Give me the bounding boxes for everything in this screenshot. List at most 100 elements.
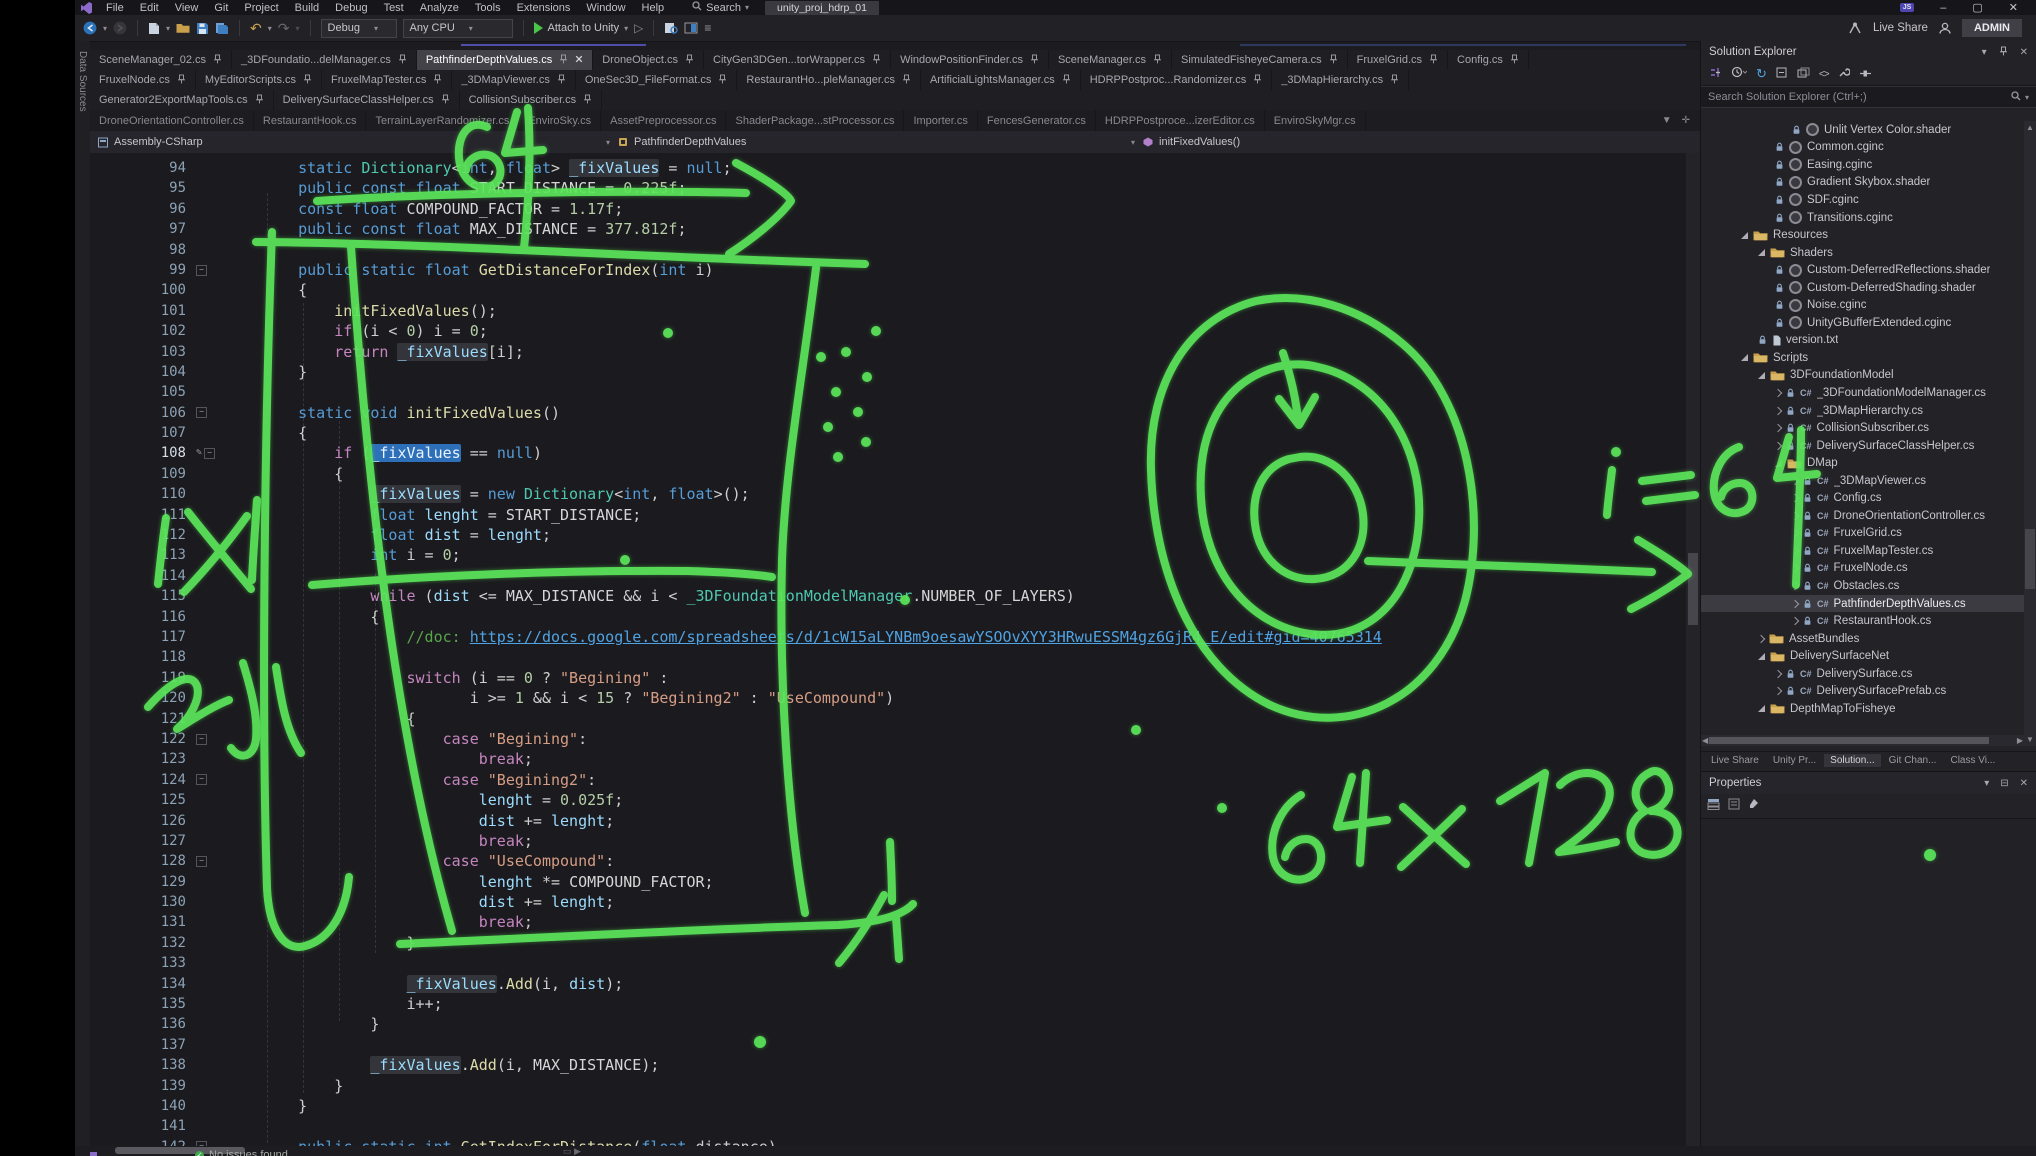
tree-item-assetbundles[interactable]: AssetBundles — [1701, 630, 2024, 648]
scroll-up-icon[interactable]: ▲ — [2024, 123, 2036, 132]
close-icon[interactable]: ✕ — [2020, 47, 2028, 58]
line-number[interactable]: 135 — [90, 994, 196, 1014]
properties-wrench-icon[interactable] — [1838, 65, 1850, 83]
collapsed-chevron-icon[interactable] — [1791, 476, 1799, 484]
expanded-arrow-icon[interactable] — [1775, 460, 1782, 467]
save-icon[interactable] — [196, 22, 209, 35]
glyph-margin[interactable] — [196, 301, 222, 321]
line-number[interactable]: 105 — [90, 382, 196, 402]
glyph-margin[interactable] — [196, 831, 222, 851]
menu-view[interactable]: View — [167, 2, 207, 14]
line-number[interactable]: 98 — [90, 240, 196, 260]
maximize-button[interactable]: ▢ — [1972, 1, 1982, 14]
glyph-margin[interactable] — [196, 423, 222, 443]
line-number[interactable]: 120 — [90, 688, 196, 708]
open-folder-icon[interactable] — [176, 22, 190, 34]
collapsed-chevron-icon[interactable] — [1757, 634, 1765, 642]
tab-shaderpackage-stprocessor-cs[interactable]: ShaderPackage...stProcessor.cs — [726, 110, 904, 131]
tree-item-resources[interactable]: Resources — [1701, 226, 2024, 244]
view-code-icon[interactable]: <> — [1819, 69, 1829, 80]
tree-item-pathfinderdepthvalues-cs[interactable]: C#PathfinderDepthValues.cs — [1701, 595, 2024, 613]
fold-icon[interactable]: − — [204, 448, 215, 459]
line-number[interactable]: 141 — [90, 1116, 196, 1136]
chevron-down-icon[interactable]: ▾ — [1982, 47, 1987, 58]
tab-overflow-icon[interactable]: ▼ — [1662, 115, 1672, 126]
glyph-margin[interactable] — [196, 158, 222, 178]
collapsed-chevron-icon[interactable] — [1774, 669, 1782, 677]
line-number[interactable]: 124 — [90, 770, 196, 790]
tree-item-restauranthook-cs[interactable]: C#RestaurantHook.cs — [1701, 612, 2024, 630]
scrollbar-thumb[interactable] — [1709, 737, 1989, 744]
tree-item--3dmaphierarchy-cs[interactable]: C#_3DMapHierarchy.cs — [1701, 402, 2024, 420]
attach-icon[interactable] — [1859, 65, 1872, 83]
menu-help[interactable]: Help — [634, 2, 673, 14]
redo-icon[interactable]: ↷ — [278, 20, 290, 37]
scroll-right-icon[interactable]: ▶ — [2017, 736, 2023, 745]
list-members-icon[interactable]: ≡ — [704, 21, 711, 35]
tree-item-shaders[interactable]: Shaders — [1701, 244, 2024, 262]
glyph-margin[interactable]: − — [196, 770, 222, 790]
glyph-margin[interactable] — [196, 668, 222, 688]
expanded-arrow-icon[interactable] — [1758, 653, 1765, 660]
pending-changes-filter-icon[interactable] — [1731, 65, 1747, 83]
pin-icon[interactable] — [559, 54, 568, 67]
glyph-margin[interactable] — [196, 1076, 222, 1096]
collapsed-chevron-icon[interactable] — [1774, 687, 1782, 695]
tab-generator2exportmaptools-cs[interactable]: Generator2ExportMapTools.cs — [90, 90, 274, 110]
line-number[interactable]: 119 — [90, 668, 196, 688]
line-number[interactable]: 132 — [90, 933, 196, 953]
pin-icon[interactable] — [398, 54, 407, 67]
fold-icon[interactable]: − — [196, 774, 207, 785]
solution-explorer-icon[interactable] — [684, 22, 698, 34]
close-icon[interactable]: ✕ — [2020, 778, 2028, 789]
navigate-forward-icon[interactable] — [113, 21, 127, 35]
breadcrumb-project[interactable]: Assembly-CSharp — [90, 136, 598, 148]
tab-simulatedfisheyecamera-cs[interactable]: SimulatedFisheyeCamera.cs — [1172, 50, 1348, 70]
glyph-margin[interactable] — [196, 953, 222, 973]
tab-hdrppostproce-izereditor-cs[interactable]: HDRPPostproce...izerEditor.cs — [1096, 110, 1265, 131]
tab-enviroskymgr-cs[interactable]: EnviroSkyMgr.cs — [1265, 110, 1366, 131]
editor-vertical-scrollbar[interactable] — [1686, 153, 1700, 1146]
tab-terrainlayerrandomizer-cs[interactable]: TerrainLayerRandomizer.cs — [366, 110, 519, 131]
breadcrumb-class[interactable]: PathfinderDepthValues — [618, 136, 1123, 148]
tab-deliverysurfaceclasshelper-cs[interactable]: DeliverySurfaceClassHelper.cs — [274, 90, 460, 110]
line-number[interactable]: 125 — [90, 790, 196, 810]
search-box[interactable]: Search ▾ — [692, 1, 749, 14]
tree-item-unlit-vertex-color-shader[interactable]: Unlit Vertex Color.shader — [1701, 121, 2024, 139]
tree-item-gradient-skybox-shader[interactable]: Gradient Skybox.shader — [1701, 174, 2024, 192]
tree-item-noise-cginc[interactable]: Noise.cginc — [1701, 296, 2024, 314]
line-number[interactable]: 128 — [90, 851, 196, 871]
pin-icon[interactable] — [1062, 74, 1071, 87]
tree-item--3dfoundationmodelmanager-cs[interactable]: C#_3DFoundationModelManager.cs — [1701, 384, 2024, 402]
glyph-margin[interactable] — [196, 607, 222, 627]
tree-item-transitions-cginc[interactable]: Transitions.cginc — [1701, 209, 2024, 227]
expanded-arrow-icon[interactable] — [1758, 372, 1765, 379]
glyph-margin[interactable] — [196, 892, 222, 912]
new-file-icon[interactable] — [148, 22, 160, 35]
glyph-margin[interactable]: − — [196, 1137, 222, 1146]
tree-item-collisionsubscriber-cs[interactable]: C#CollisionSubscriber.cs — [1701, 419, 2024, 437]
glyph-margin[interactable] — [196, 240, 222, 260]
collapsed-chevron-icon[interactable] — [1791, 582, 1799, 590]
menu-git[interactable]: Git — [206, 2, 236, 14]
code-editor[interactable]: 94 static Dictionary<int, float> _fixVal… — [90, 153, 1686, 1146]
breadcrumb-method[interactable]: initFixedValues() — [1143, 136, 1240, 148]
close-button[interactable]: ✕ — [2009, 1, 2018, 14]
pin-icon[interactable] — [1153, 54, 1162, 67]
fold-icon[interactable]: − — [196, 734, 207, 745]
tool-tab-class-vi-[interactable]: Class Vi... — [1944, 754, 2001, 767]
categorized-icon[interactable] — [1707, 797, 1720, 815]
line-number[interactable]: 117 — [90, 627, 196, 647]
expanded-arrow-icon[interactable] — [1741, 354, 1748, 361]
pin-icon[interactable] — [583, 94, 592, 107]
line-number[interactable]: 126 — [90, 811, 196, 831]
scrollbar-thumb[interactable] — [1688, 553, 1698, 625]
line-number[interactable]: 97 — [90, 219, 196, 239]
collapsed-chevron-icon[interactable] — [1791, 599, 1799, 607]
line-number[interactable]: 100 — [90, 280, 196, 300]
line-number[interactable]: 138 — [90, 1055, 196, 1075]
glyph-margin[interactable] — [196, 566, 222, 586]
line-number[interactable]: 110 — [90, 484, 196, 504]
line-number[interactable]: 113 — [90, 545, 196, 565]
tree-item-fruxelgrid-cs[interactable]: C#FruxelGrid.cs — [1701, 525, 2024, 543]
